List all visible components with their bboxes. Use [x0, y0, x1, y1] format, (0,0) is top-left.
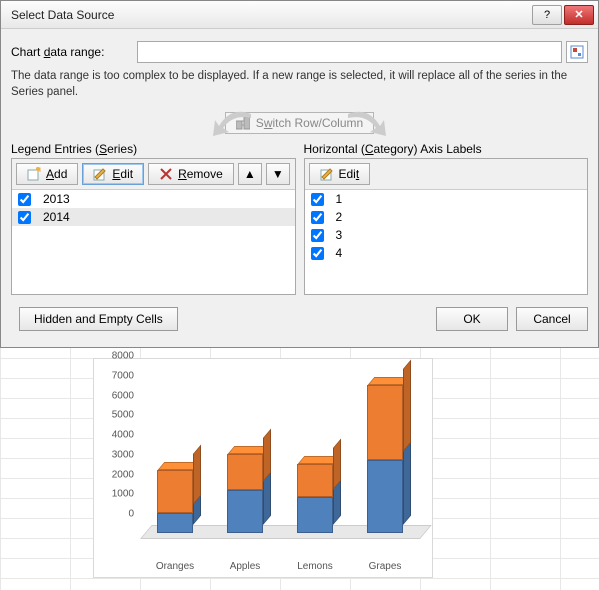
y-tick-label: 4000: [112, 430, 134, 441]
chart-data-range-row: Chart data range:: [11, 41, 588, 63]
move-up-button[interactable]: ▲: [238, 163, 262, 185]
dialog-title: Select Data Source: [11, 8, 530, 22]
help-button[interactable]: ?: [532, 5, 562, 25]
titlebar: Select Data Source ? ✕: [1, 1, 598, 29]
edit-icon: [320, 167, 334, 181]
edit-series-button[interactable]: Edit: [82, 163, 144, 185]
add-button[interactable]: Add: [16, 163, 78, 185]
y-tick-label: 8000: [112, 351, 134, 362]
arrow-right-icon: [344, 108, 388, 138]
category-label: 1: [336, 192, 343, 206]
y-tick-label: 7000: [112, 370, 134, 381]
chart-bar: [367, 452, 403, 525]
add-icon: [27, 167, 41, 181]
y-tick-label: 3000: [112, 449, 134, 460]
triangle-up-icon: ▲: [244, 167, 256, 181]
switch-row: Switch Row/Column: [11, 106, 588, 140]
close-icon: ✕: [574, 8, 583, 21]
category-label: 2: [336, 210, 343, 224]
category-checkbox[interactable]: [311, 193, 324, 206]
y-tick-label: 5000: [112, 410, 134, 421]
x-tick-label: Oranges: [140, 561, 210, 575]
range-picker-icon: [570, 45, 584, 59]
ok-button[interactable]: OK: [436, 307, 508, 331]
y-tick-label: 6000: [112, 390, 134, 401]
category-checkbox[interactable]: [311, 247, 324, 260]
chart-bar: [297, 456, 333, 490]
chart-bar: [157, 462, 193, 505]
series-list[interactable]: 2013 2014: [12, 190, 295, 294]
hidden-empty-cells-button[interactable]: Hidden and Empty Cells: [19, 307, 178, 331]
series-label: 2014: [43, 210, 70, 224]
series-checkbox[interactable]: [18, 211, 31, 224]
move-down-button[interactable]: ▼: [266, 163, 290, 185]
columns: Legend Entries (Series) Add Edit: [11, 142, 588, 295]
chart-bar: [227, 446, 263, 482]
x-tick-label: Apples: [210, 561, 280, 575]
chart-plot-area: [140, 367, 420, 539]
remove-button[interactable]: Remove: [148, 163, 234, 185]
category-row[interactable]: 3: [305, 226, 588, 244]
category-toolbar: Edit: [305, 159, 588, 190]
chart-bar: [367, 377, 403, 452]
category-axis-panel: Edit 1 2 3 4: [304, 158, 589, 295]
y-axis-ticks: 010002000300040005000600070008000: [94, 367, 138, 539]
series-row[interactable]: 2014: [12, 208, 295, 226]
category-row[interactable]: 1: [305, 190, 588, 208]
x-tick-label: Lemons: [280, 561, 350, 575]
edit-category-button[interactable]: Edit: [309, 163, 371, 185]
arrow-left-icon: [211, 108, 255, 138]
cancel-button[interactable]: Cancel: [516, 307, 588, 331]
triangle-down-icon: ▼: [272, 167, 284, 181]
category-row[interactable]: 4: [305, 244, 588, 262]
x-axis-labels: OrangesApplesLemonsGrapes: [140, 561, 420, 575]
legend-entries-column: Legend Entries (Series) Add Edit: [11, 142, 296, 295]
category-axis-column: Horizontal (Category) Axis Labels Edit 1…: [304, 142, 589, 295]
chart-data-range-input[interactable]: [137, 41, 562, 63]
embedded-chart[interactable]: 010002000300040005000600070008000 Orange…: [93, 358, 433, 578]
remove-icon: [159, 167, 173, 181]
y-tick-label: 1000: [112, 489, 134, 500]
range-note: The data range is too complex to be disp…: [11, 69, 588, 100]
series-label: 2013: [43, 192, 70, 206]
y-tick-label: 2000: [112, 469, 134, 480]
category-checkbox[interactable]: [311, 211, 324, 224]
category-list[interactable]: 1 2 3 4: [305, 190, 588, 294]
category-axis-heading: Horizontal (Category) Axis Labels: [304, 142, 589, 156]
y-tick-label: 0: [128, 509, 134, 520]
legend-toolbar: Add Edit Remove ▲ ▼: [12, 159, 295, 190]
category-label: 4: [336, 246, 343, 260]
x-tick-label: Grapes: [350, 561, 420, 575]
range-picker-button[interactable]: [566, 41, 588, 63]
legend-entries-heading: Legend Entries (Series): [11, 142, 296, 156]
series-row[interactable]: 2013: [12, 190, 295, 208]
edit-icon: [93, 167, 107, 181]
category-label: 3: [336, 228, 343, 242]
close-button[interactable]: ✕: [564, 5, 594, 25]
dialog-body: Chart data range: The data range is too …: [1, 29, 598, 341]
chart-data-range-label: Chart data range:: [11, 45, 137, 59]
worksheet-area: 0 1000 2000 3000 4000 5000 6000 7000 8000 Orange…: [0, 348, 599, 590]
select-data-source-dialog: Select Data Source ? ✕ Chart data range:…: [0, 0, 599, 348]
legend-entries-panel: Add Edit Remove ▲ ▼ 2013 2014: [11, 158, 296, 295]
category-row[interactable]: 2: [305, 208, 588, 226]
dialog-bottom-row: Hidden and Empty Cells OK Cancel: [11, 307, 588, 331]
category-checkbox[interactable]: [311, 229, 324, 242]
series-checkbox[interactable]: [18, 193, 31, 206]
